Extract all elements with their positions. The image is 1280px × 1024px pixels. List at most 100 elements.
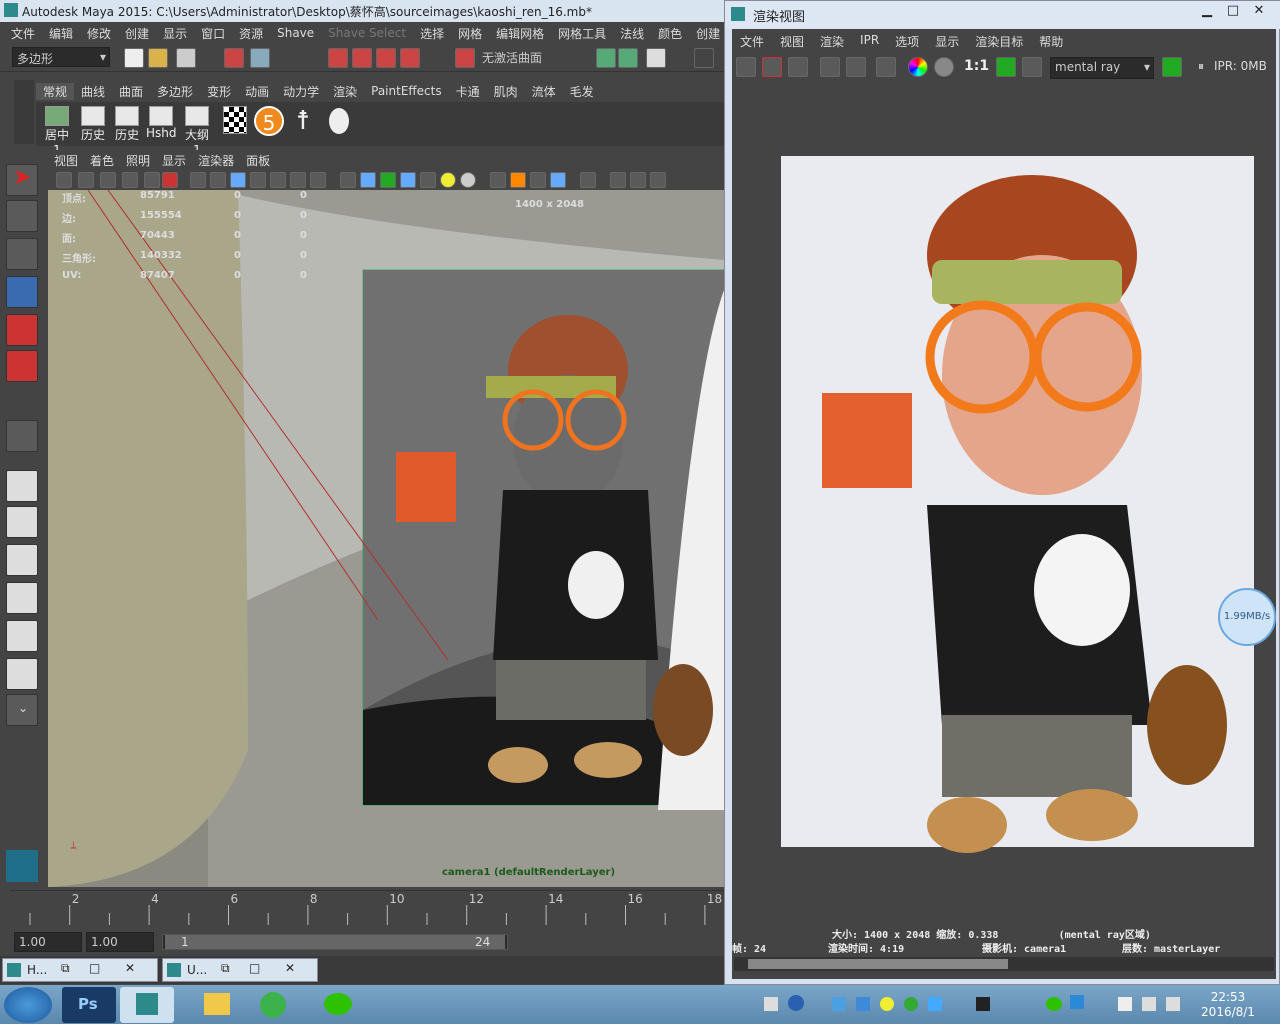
shelf-tab-2[interactable]: 曲面: [112, 83, 150, 100]
2d-pan-icon[interactable]: [144, 172, 160, 188]
layout-hypershade-icon[interactable]: [6, 620, 38, 652]
rotate-tool-icon[interactable]: [6, 314, 38, 346]
menu-item-11[interactable]: 编辑网格: [489, 25, 551, 42]
minimized-window-2[interactable]: U... ⧉ □ ✕: [162, 958, 318, 982]
render-menu-item-2[interactable]: 渲染: [812, 33, 852, 51]
wechat-taskbar-button[interactable]: [310, 987, 364, 1023]
snap-plane-icon[interactable]: [400, 48, 420, 68]
ratio-button[interactable]: 1:1: [964, 58, 989, 74]
menu-item-3[interactable]: 创建: [118, 25, 156, 42]
shadows-icon[interactable]: [490, 172, 506, 188]
shelf-tab-3[interactable]: 多边形: [150, 83, 200, 100]
shelf-history-button-2[interactable]: 历史: [112, 106, 142, 142]
maximize-icon[interactable]: □: [89, 961, 100, 975]
shelf-tab-1[interactable]: 曲线: [74, 83, 112, 100]
tray-app-icon[interactable]: [880, 997, 894, 1011]
shelf-tab-10[interactable]: 肌肉: [487, 83, 525, 100]
network-app-icon[interactable]: [928, 997, 942, 1011]
render-menu-item-0[interactable]: 文件: [732, 33, 772, 51]
render-frame-icon[interactable]: [694, 48, 714, 68]
textured-icon[interactable]: [420, 172, 436, 188]
snapshot-icon[interactable]: [788, 57, 808, 77]
playback-start-field[interactable]: 1.00: [86, 932, 154, 952]
output-icon[interactable]: [618, 48, 638, 68]
start-button[interactable]: [4, 987, 52, 1023]
construction-history-icon[interactable]: [646, 48, 666, 68]
xray-active-icon[interactable]: [630, 172, 646, 188]
gate-mask-icon[interactable]: [250, 172, 266, 188]
render-menu-item-7[interactable]: 帮助: [1031, 33, 1071, 51]
menu-item-0[interactable]: 文件: [4, 25, 42, 42]
restore-icon[interactable]: ⧉: [61, 961, 70, 976]
restore-icon[interactable]: ⧉: [221, 961, 230, 976]
menu-item-13[interactable]: 法线: [613, 25, 651, 42]
range-slider-handle[interactable]: [165, 935, 505, 949]
grease-pencil-icon[interactable]: [162, 172, 178, 188]
maximize-icon[interactable]: □: [1221, 3, 1245, 21]
shelf-tab-6[interactable]: 动力学: [276, 83, 326, 100]
field-chart-icon[interactable]: [270, 172, 286, 188]
safe-title-icon[interactable]: [310, 172, 326, 188]
time-slider[interactable]: 2 4 6 8 10 12 14 16 18: [10, 890, 724, 926]
lasso-tool-icon[interactable]: [6, 200, 38, 232]
upload-icon[interactable]: [1070, 995, 1084, 1009]
menu-item-9[interactable]: 选择: [413, 25, 451, 42]
panel-menu-item-1[interactable]: 着色: [84, 152, 120, 169]
layout-four-icon[interactable]: [6, 506, 38, 538]
render-settings-icon[interactable]: [1162, 57, 1182, 77]
save-scene-icon[interactable]: [176, 48, 196, 68]
smooth-shade-icon[interactable]: [360, 172, 376, 188]
menu-item-8[interactable]: Shave Select: [321, 26, 413, 40]
maximize-icon[interactable]: □: [249, 961, 260, 975]
menu-item-5[interactable]: 窗口: [194, 25, 232, 42]
render-menu-item-1[interactable]: 视图: [772, 33, 812, 51]
xray-icon[interactable]: [400, 172, 416, 188]
keyboard-icon[interactable]: [764, 997, 778, 1011]
paint-select-tool-icon[interactable]: [6, 238, 38, 270]
snap-curve-icon[interactable]: [352, 48, 372, 68]
make-live-icon[interactable]: [455, 48, 475, 68]
panel-menu-item-5[interactable]: 面板: [240, 152, 276, 169]
chrome-icon[interactable]: [904, 997, 918, 1011]
shelf-tab-9[interactable]: 卡通: [449, 83, 487, 100]
shelf-face-button[interactable]: [324, 106, 354, 142]
shelf-tab-11[interactable]: 流体: [525, 83, 563, 100]
camera-attributes-icon[interactable]: [78, 172, 94, 188]
shelf-five-button[interactable]: 5: [254, 106, 284, 142]
browser-taskbar-button[interactable]: [246, 987, 300, 1023]
renderer-dropdown[interactable]: mental ray ▾: [1050, 57, 1154, 79]
photoshop-taskbar-button[interactable]: Ps: [62, 987, 116, 1023]
render-menu-item-3[interactable]: IPR: [852, 33, 887, 51]
rgb-channels-icon[interactable]: [876, 57, 896, 77]
open-scene-icon[interactable]: [148, 48, 168, 68]
refresh-ipr-icon[interactable]: [846, 57, 866, 77]
security-icon[interactable]: [856, 997, 870, 1011]
new-scene-icon[interactable]: [124, 48, 144, 68]
close-icon[interactable]: ✕: [125, 961, 135, 975]
gpu-icon[interactable]: [976, 997, 990, 1011]
menu-item-15[interactable]: 创建: [689, 25, 727, 42]
pause-icon[interactable]: ⏸: [1198, 59, 1204, 74]
menu-item-14[interactable]: 颜色: [651, 25, 689, 42]
shelf-history-button-1[interactable]: 历史: [78, 106, 108, 142]
shelf-tab-7[interactable]: 渲染: [326, 83, 364, 100]
anti-alias-icon[interactable]: [550, 172, 566, 188]
minimized-window-1[interactable]: H... ⧉ □ ✕: [2, 958, 158, 982]
move-tool-icon[interactable]: [6, 276, 38, 308]
viewport-settings-icon[interactable]: [650, 172, 666, 188]
snap-point-icon[interactable]: [376, 48, 396, 68]
shelf-center-pivot-button[interactable]: 居中1: [42, 106, 72, 157]
panel-menu-item-4[interactable]: 渲染器: [192, 152, 240, 169]
snap-grid-icon[interactable]: [328, 48, 348, 68]
input-icon[interactable]: [596, 48, 616, 68]
clock[interactable]: 22:53 2016/8/1: [1180, 988, 1276, 1022]
minimize-icon[interactable]: ▁: [1195, 3, 1219, 21]
menu-item-4[interactable]: 显示: [156, 25, 194, 42]
keep-image-icon[interactable]: [996, 57, 1016, 77]
menu-item-6[interactable]: 资源: [232, 25, 270, 42]
bookmark-icon[interactable]: [100, 172, 116, 188]
shelf-tab-0[interactable]: 常规: [36, 82, 75, 100]
shelf-hypershade-button[interactable]: Hshd: [146, 106, 177, 142]
resolution-gate-icon[interactable]: [230, 172, 246, 188]
all-lights-icon[interactable]: [460, 172, 476, 188]
